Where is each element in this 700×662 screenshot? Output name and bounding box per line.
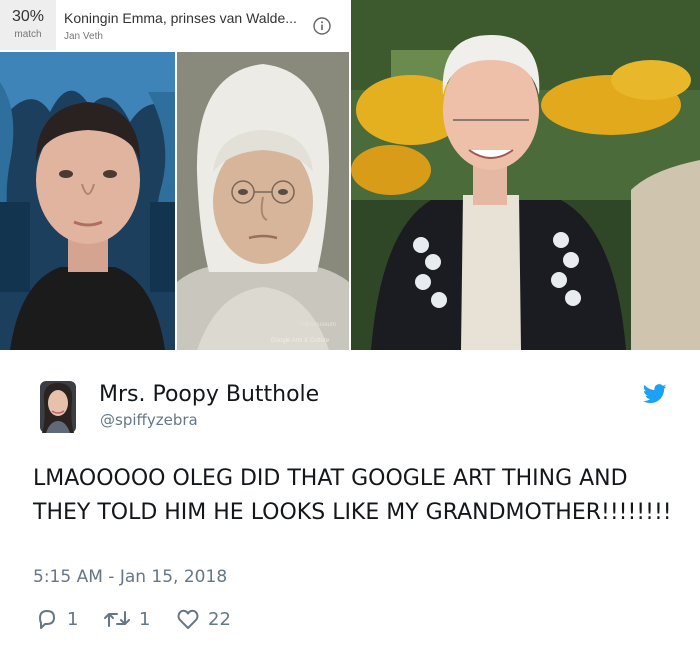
like-count: 22	[208, 608, 231, 630]
match-header: 30% match Koningin Emma, prinses van Wal…	[0, 0, 349, 50]
match-percentage: 30%	[11, 8, 45, 25]
grandmother-photo	[351, 0, 700, 350]
painting-portrait	[177, 52, 349, 350]
tweet-text: LMAOOOOO OLEG DID THAT GOOGLE ART THING …	[33, 466, 672, 525]
like-button[interactable]: 22	[176, 606, 231, 632]
retweet-button[interactable]: 1	[103, 606, 150, 632]
museum-watermark: Rijksmuseum	[300, 322, 337, 328]
match-percentage-label: match	[14, 29, 42, 40]
avatar[interactable]	[40, 381, 76, 433]
retweet-count: 1	[139, 608, 151, 630]
heart-icon	[177, 609, 199, 629]
author-display-name[interactable]: Mrs. Poopy Butthole	[99, 382, 319, 407]
artwork-title[interactable]: Koningin Emma, prinses van Walde...	[64, 10, 297, 26]
tweet-media[interactable]: 30% match Koningin Emma, prinses van Wal…	[0, 0, 700, 350]
retweet-icon	[104, 611, 130, 627]
tweet-timestamp[interactable]: 5:15 AM - Jan 15, 2018	[33, 567, 227, 587]
match-percentage-box: 30% match	[0, 0, 56, 50]
twitter-bird-icon[interactable]	[643, 384, 667, 404]
reply-icon	[39, 610, 55, 629]
reply-count: 1	[67, 608, 79, 630]
google-arts-culture-watermark: Google Arts & Culture	[271, 338, 330, 344]
info-circle-icon[interactable]	[313, 17, 331, 35]
arts-culture-match-card[interactable]: 30% match Koningin Emma, prinses van Wal…	[0, 0, 349, 350]
selfie-photo	[0, 52, 175, 350]
artwork-artist: Jan Veth	[64, 31, 103, 42]
reply-button[interactable]: 1	[35, 606, 78, 632]
author-handle[interactable]: @spiffyzebra	[100, 411, 198, 429]
